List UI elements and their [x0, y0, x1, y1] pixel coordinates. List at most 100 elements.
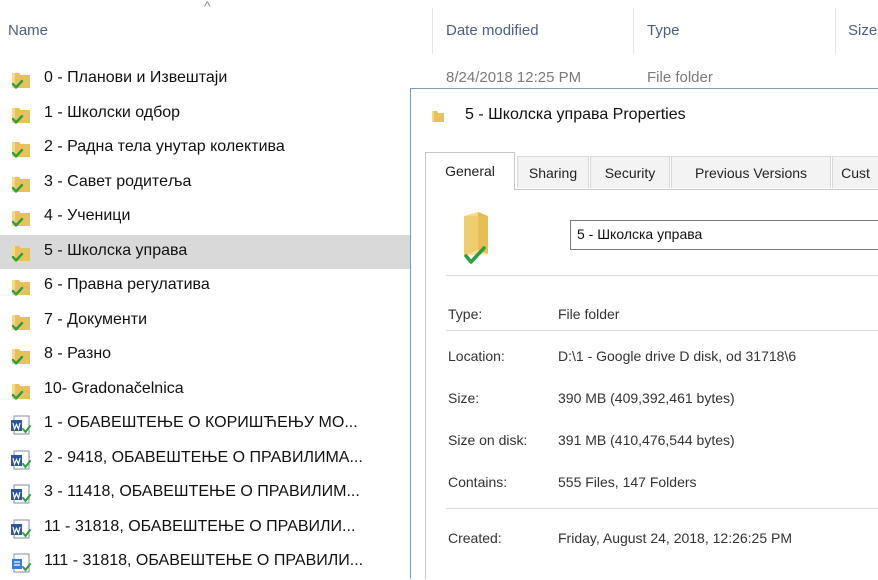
folder-name-field[interactable]: 5 - Школска управа: [570, 220, 878, 250]
dialog-tabs: General Sharing Security Previous Versio…: [425, 152, 878, 190]
synced-folder-icon: [10, 312, 32, 332]
synced-folder-icon: [10, 174, 32, 194]
synced-folder-icon: [11, 349, 30, 365]
tab-security[interactable]: Security: [590, 156, 670, 188]
file-row[interactable]: 3 - 11418, ОБАВЕШТЕЊЕ О ПРАВИЛИМ...: [0, 476, 420, 511]
type-label: Type:: [448, 306, 483, 322]
synced-folder-icon: [11, 142, 30, 158]
synced-folder-icon: [10, 346, 32, 366]
file-name: 8 - Разно: [44, 345, 112, 362]
file-row[interactable]: 0 - Планови и Извештаји 8/24/2018 12:25 P…: [0, 62, 713, 97]
synced-folder-icon: [11, 245, 30, 262]
file-name: 1 - ОБАВЕШТЕЊЕ О КОРИШЋЕЊУ МО...: [44, 414, 358, 431]
column-divider[interactable]: [432, 8, 433, 54]
file-row[interactable]: 4 - Ученици: [0, 200, 420, 235]
folder-icon: [432, 111, 444, 122]
size-on-disk-value: 391 MB (410,476,544 bytes): [558, 432, 735, 448]
file-row[interactable]: 11 - 31818, ОБАВЕШТЕЊЕ О ПРАВИЛИ...: [0, 511, 420, 546]
word-doc-icon: [10, 415, 32, 435]
dialog-title: 5 - Школска управа Properties: [465, 106, 686, 123]
file-list: 0 - Планови и Извештаји 8/24/2018 12:25 P…: [0, 62, 713, 580]
tab-previous-versions[interactable]: Previous Versions: [671, 156, 831, 188]
column-type-header[interactable]: Type: [647, 22, 680, 39]
synced-folder-icon: [10, 381, 32, 401]
word-doc-icon: [11, 450, 31, 469]
created-value: Friday, August 24, 2018, 12:26:25 PM: [558, 530, 793, 546]
file-row[interactable]: 5 - Школска управа: [0, 234, 420, 269]
file-name: 7 - Документи: [44, 310, 148, 328]
synced-folder-icon: [11, 314, 30, 331]
synced-folder-icon: [10, 105, 32, 125]
file-name: 3 - 11418, ОБАВЕШТЕЊЕ О ПРАВИЛИМ...: [44, 483, 360, 500]
location-label: Location:: [448, 348, 505, 364]
file-name: 10- Gradonačelnica: [44, 379, 184, 397]
contains-label: Contains:: [448, 474, 508, 490]
file-type: File folder: [647, 69, 713, 86]
tab-general[interactable]: General: [425, 152, 515, 190]
size-on-disk-label: Size on disk:: [448, 432, 528, 448]
synced-folder-icon: [11, 383, 30, 400]
file-row[interactable]: 3 - Савет родитеља: [0, 166, 420, 201]
dialog-title-bar[interactable]: 5 - Школска управа Properties: [411, 89, 878, 145]
tab-customize[interactable]: Cust: [832, 156, 878, 188]
file-name: 2 - 9418, ОБАВЕШТЕЊЕ О ПРАВИЛИМА...: [44, 448, 363, 466]
file-name: 0 - Планови и Извештаји: [44, 69, 228, 86]
file-name: 11 - 31818, ОБАВЕШТЕЊЕ О ПРАВИЛИ...: [44, 517, 356, 535]
file-name: 6 - Правна регулатива: [44, 276, 210, 293]
size-label: Size:: [448, 390, 480, 406]
created-label: Created:: [448, 530, 502, 546]
file-row[interactable]: 6 - Правна регулатива: [0, 269, 420, 304]
general-tab-panel: 5 - Школска управа Type: File folder Loc…: [425, 189, 878, 579]
word-doc-icon: [10, 484, 32, 504]
word-doc-icon: [10, 519, 32, 539]
synced-folder-icon: [11, 176, 30, 193]
column-name-header[interactable]: Name: [8, 22, 48, 39]
synced-folder-icon: [11, 280, 30, 296]
column-date-header[interactable]: Date modified: [446, 22, 539, 39]
contains-value: 555 Files, 147 Folders: [558, 474, 697, 490]
word-doc-icon: [11, 484, 31, 504]
file-name: 4 - Ученици: [44, 207, 131, 224]
column-header: ^ Name Date modified Type Size: [0, 0, 878, 62]
doc-file-icon: [12, 553, 31, 573]
separator: [446, 330, 878, 331]
file-row[interactable]: 2 - Радна тела унутар колектива: [0, 131, 420, 166]
synced-folder-icon: [10, 208, 32, 228]
synced-folder-icon: [464, 212, 488, 264]
synced-folder-icon: [10, 243, 32, 263]
properties-dialog: 5 - Школска управа Properties General Sh…: [410, 88, 878, 579]
synced-folder-icon: [10, 277, 32, 297]
doc-file-icon: [10, 553, 32, 573]
column-size-header[interactable]: Size: [848, 22, 877, 39]
separator: [446, 275, 878, 276]
sort-ascending-icon: ^: [204, 0, 211, 14]
type-value: File folder: [558, 306, 620, 322]
file-row[interactable]: 111 - 31818, ОБАВЕШТЕЊЕ О ПРАВИЛИ...: [0, 545, 420, 580]
word-doc-icon: [10, 450, 32, 470]
file-name: 5 - Школска управа: [44, 241, 188, 259]
file-name: 3 - Савет родитеља: [44, 172, 192, 190]
column-divider[interactable]: [633, 8, 634, 54]
word-doc-icon: [11, 415, 31, 435]
column-divider[interactable]: [835, 8, 836, 54]
synced-folder-icon: [11, 211, 30, 227]
file-row[interactable]: 7 - Документи: [0, 304, 420, 339]
synced-folder-icon: [10, 139, 32, 159]
separator: [446, 508, 878, 509]
file-row[interactable]: 10- Gradonačelnica: [0, 373, 420, 408]
file-row[interactable]: 8 - Разно: [0, 338, 420, 373]
file-name: 111 - 31818, ОБАВЕШТЕЊЕ О ПРАВИЛИ...: [44, 552, 364, 569]
file-row[interactable]: 1 - Школски одбор: [0, 97, 420, 132]
tab-sharing[interactable]: Sharing: [517, 156, 589, 188]
synced-folder-icon: [11, 73, 30, 89]
file-date-modified: 8/24/2018 12:25 PM: [446, 69, 582, 86]
file-name: 1 - Школски одбор: [44, 103, 181, 121]
file-row[interactable]: 1 - ОБАВЕШТЕЊЕ О КОРИШЋЕЊУ МО...: [0, 407, 420, 442]
size-value: 390 MB (409,392,461 bytes): [558, 390, 735, 406]
word-doc-icon: [11, 519, 31, 538]
synced-folder-icon: [10, 70, 32, 90]
file-name: 2 - Радна тела унутар колектива: [44, 138, 285, 155]
synced-folder-icon: [11, 107, 30, 124]
location-value[interactable]: D:\1 - Google drive D disk, od 31718\6: [558, 348, 796, 364]
file-row[interactable]: 2 - 9418, ОБАВЕШТЕЊЕ О ПРАВИЛИМА...: [0, 442, 420, 477]
